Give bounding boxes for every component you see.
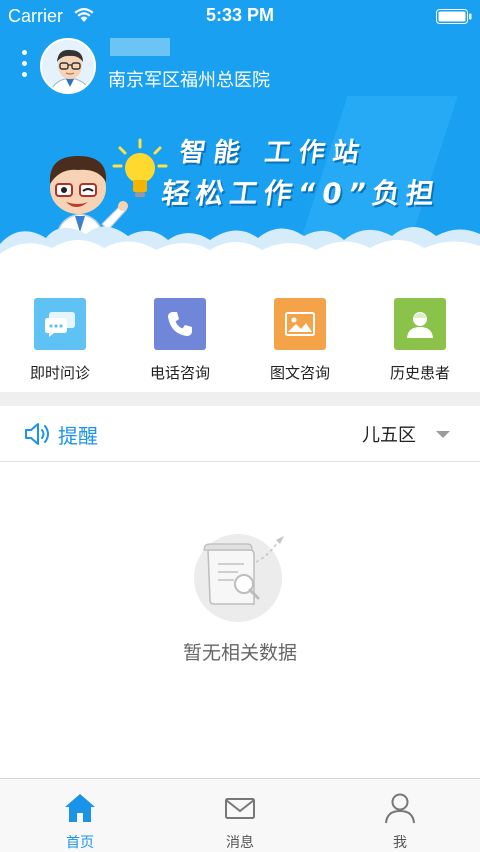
- banner-title: 智能 工作站: [177, 138, 369, 168]
- home-icon: [65, 794, 95, 822]
- tab-me[interactable]: 我: [320, 779, 480, 852]
- tab-label: 我: [393, 835, 407, 851]
- empty-document-icon: [194, 534, 284, 622]
- tab-messages[interactable]: 消息: [160, 779, 320, 852]
- mail-icon: [225, 798, 255, 819]
- quick-label: 历史患者: [389, 364, 450, 382]
- tab-bar: 首页 消息 我: [0, 778, 480, 852]
- menu-icon[interactable]: [18, 50, 32, 82]
- battery-icon: [436, 9, 472, 24]
- section-divider: [0, 392, 480, 406]
- quick-label: 即时问诊: [29, 364, 90, 382]
- reminder-bar: 提醒 儿五区: [0, 406, 480, 462]
- hospital-name: 南京军区福州总医院: [108, 70, 270, 91]
- banner-subtitle: 轻松工作“0”负担: [159, 177, 443, 210]
- tab-label: 消息: [226, 835, 254, 851]
- avatar[interactable]: [40, 38, 96, 94]
- status-time: 5:33 PM: [205, 5, 275, 25]
- chevron-down-icon[interactable]: [436, 431, 450, 438]
- header-banner: Carrier 5:33 PM 南京军区福州总医院 智能 工作站 轻松工作“0”…: [0, 0, 480, 262]
- user-icon: [385, 793, 415, 824]
- quick-image-consult[interactable]: 图文咨询: [240, 298, 360, 383]
- lightbulb-icon: [112, 138, 168, 197]
- speaker-icon: [25, 423, 49, 445]
- empty-state-text: 暂无相关数据: [182, 642, 297, 664]
- image-icon: [274, 298, 326, 350]
- doctor-avatar-icon: [42, 40, 94, 92]
- phone-icon: [154, 298, 206, 350]
- quick-history-patients[interactable]: 历史患者: [360, 298, 480, 383]
- clouds-decoration: [0, 226, 480, 262]
- quick-label: 图文咨询: [269, 364, 330, 382]
- ward-selector[interactable]: 儿五区: [362, 421, 416, 447]
- quick-phone-consult[interactable]: 电话咨询: [120, 298, 240, 383]
- status-bar: Carrier 5:33 PM: [0, 0, 480, 32]
- tab-home[interactable]: 首页: [0, 779, 160, 852]
- patient-icon: [394, 298, 446, 350]
- quick-label: 电话咨询: [149, 364, 210, 382]
- tab-label: 首页: [66, 835, 94, 851]
- doctor-name-redacted: [110, 38, 170, 56]
- reminder-label: 提醒: [58, 424, 98, 448]
- quick-instant-consult[interactable]: 即时问诊: [0, 298, 120, 383]
- chat-icon: [34, 298, 86, 350]
- quick-actions: 即时问诊 电话咨询 图文咨询 历史患者: [0, 262, 480, 392]
